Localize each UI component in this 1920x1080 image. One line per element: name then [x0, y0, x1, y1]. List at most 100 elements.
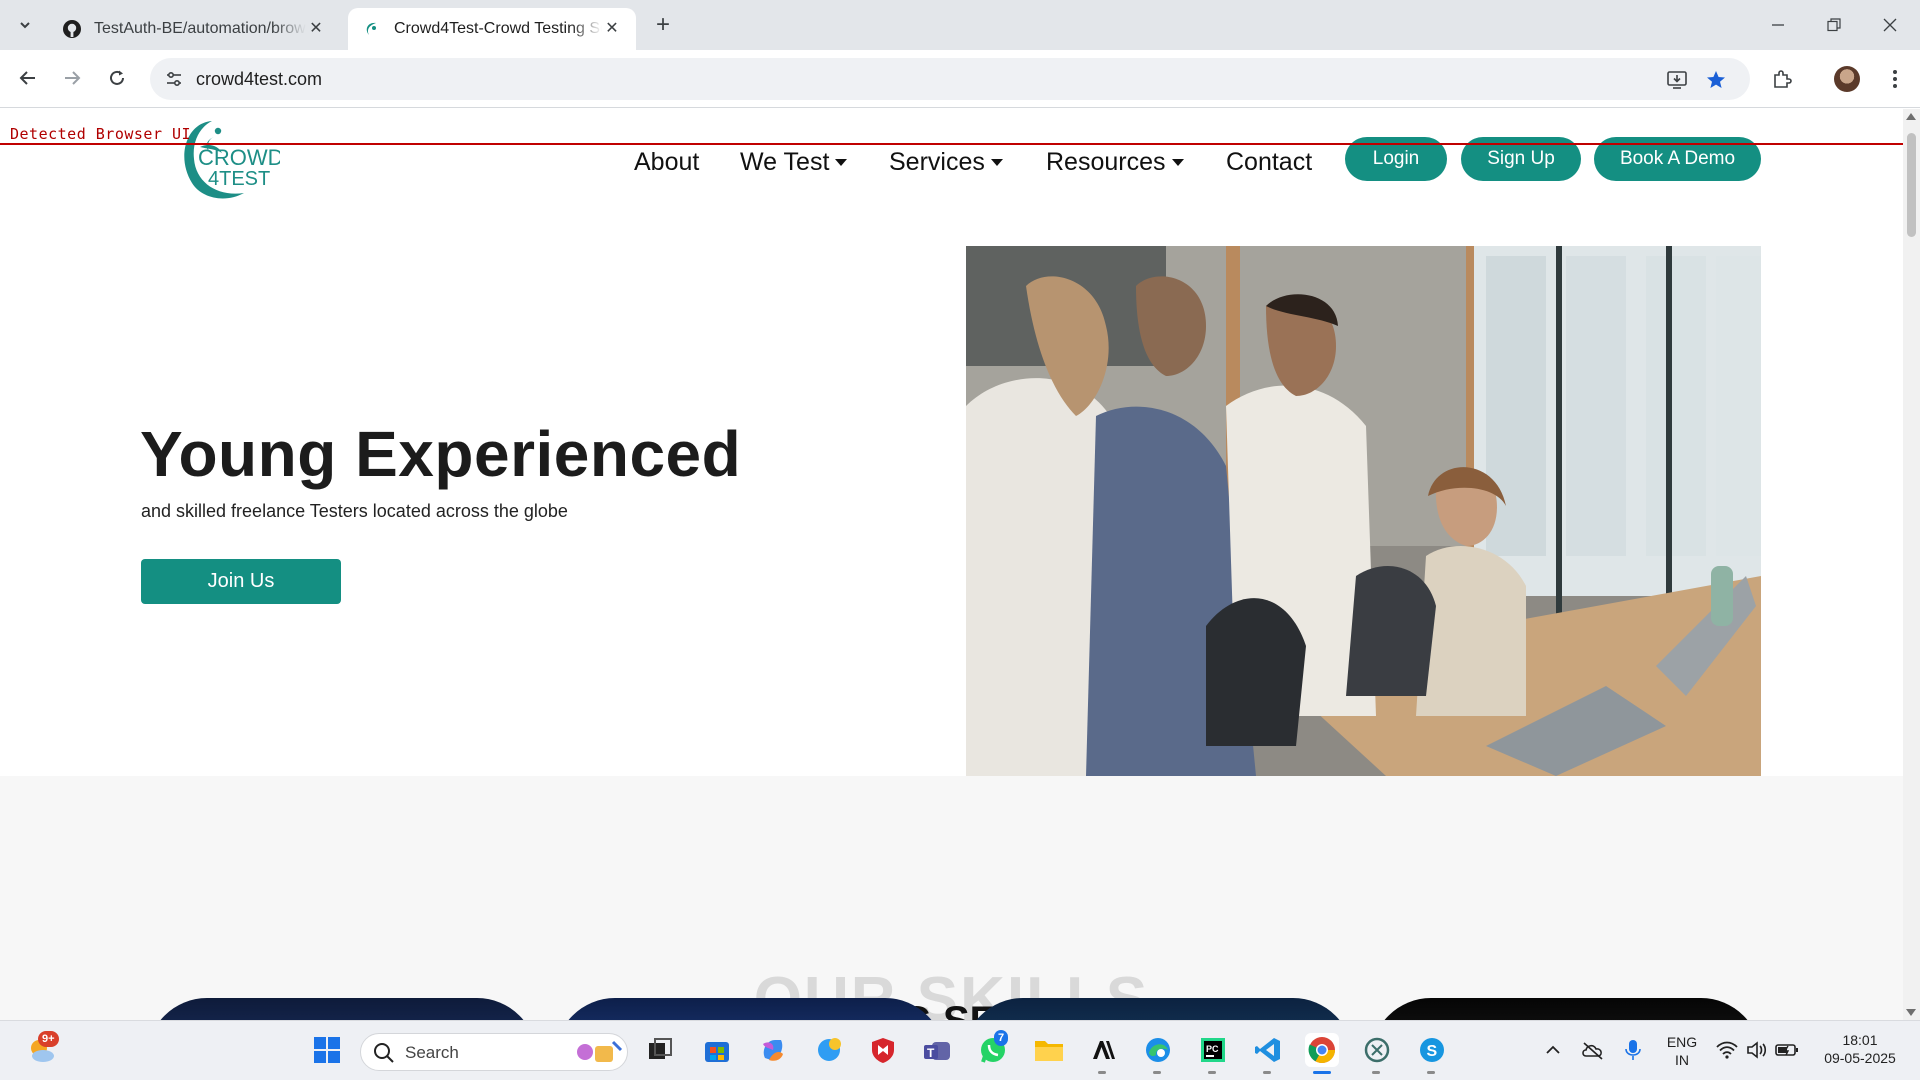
language-code: ENG [1666, 1034, 1698, 1050]
scroll-thumb[interactable] [1907, 133, 1916, 237]
vscode-icon[interactable] [1251, 1033, 1285, 1067]
tab-search-chevron-icon[interactable] [10, 10, 40, 40]
caret-down-icon [990, 158, 1003, 166]
taskbar-search-input[interactable]: Search [360, 1033, 628, 1071]
service-card[interactable] [147, 998, 537, 1020]
service-card[interactable] [963, 998, 1353, 1020]
nav-about-label: About [634, 147, 700, 176]
nav-contact[interactable]: Contact [1226, 146, 1312, 178]
anthropic-icon[interactable] [1086, 1033, 1120, 1067]
whatsapp-badge: 7 [994, 1030, 1009, 1046]
crowd4test-logo[interactable]: CROWD 4TEST [178, 117, 284, 203]
reload-icon[interactable] [101, 62, 133, 94]
github-icon [62, 19, 82, 39]
tab-strip: TestAuth-BE/automation/browser ✕ Crowd4T… [0, 0, 1920, 50]
clock-time: 18:01 [1842, 1032, 1878, 1048]
svg-text:S: S [1427, 1043, 1438, 1060]
tab-close-icon[interactable]: ✕ [306, 19, 326, 39]
running-indicator [1372, 1071, 1380, 1074]
tab-close-icon[interactable]: ✕ [602, 19, 622, 39]
nav-resources-label: Resources [1046, 147, 1166, 176]
skype-icon[interactable]: S [1415, 1033, 1449, 1067]
forward-icon[interactable] [56, 62, 88, 94]
tray-overflow-chevron-icon[interactable] [1536, 1033, 1570, 1067]
bookmark-star-icon[interactable] [1704, 68, 1728, 92]
chatgpt-icon[interactable] [1360, 1033, 1394, 1067]
minimize-icon[interactable] [1750, 0, 1806, 50]
caret-down-icon [835, 158, 848, 166]
tab-title: TestAuth-BE/automation/browser [94, 20, 306, 37]
page-scrollbar[interactable] [1903, 109, 1920, 1020]
detection-overlay-label: Detected Browser UI [10, 125, 192, 143]
tab-crowd4test[interactable]: Crowd4Test-Crowd Testing Services ✕ [348, 8, 636, 50]
hero-title: Young Experienced [140, 418, 742, 490]
battery-charging-icon[interactable] [1770, 1033, 1804, 1067]
caret-down-icon [1171, 158, 1184, 166]
active-indicator [1313, 1071, 1331, 1074]
chrome-icon[interactable] [1305, 1033, 1339, 1067]
menu-kebab-icon[interactable] [1880, 64, 1910, 94]
restore-icon[interactable] [1806, 0, 1862, 50]
service-card[interactable] [1371, 998, 1761, 1020]
url-text: crowd4test.com [196, 69, 323, 89]
clock-date: 09-05-2025 [1824, 1050, 1896, 1066]
page-viewport: Detected Browser UI CROWD 4TEST About We… [0, 109, 1903, 1020]
profile-avatar[interactable] [1834, 66, 1860, 92]
running-indicator [1263, 1071, 1271, 1074]
nav-we-test-label: We Test [740, 147, 830, 176]
edge-icon[interactable] [1141, 1033, 1175, 1067]
svg-text:4TEST: 4TEST [208, 168, 270, 190]
join-us-button[interactable]: Join Us [141, 559, 341, 604]
install-app-icon[interactable] [1665, 68, 1689, 92]
nav-about[interactable]: About [634, 146, 699, 178]
weather-badge: 9+ [38, 1031, 59, 1047]
language-region: IN [1675, 1052, 1689, 1068]
language-indicator[interactable]: ENG IN [1660, 1033, 1704, 1069]
svg-text:T: T [927, 1046, 935, 1060]
task-view-icon[interactable] [643, 1033, 677, 1067]
running-indicator [1208, 1071, 1216, 1074]
microphone-icon[interactable] [1616, 1033, 1650, 1067]
copilot-icon[interactable] [756, 1033, 790, 1067]
nav-we-test[interactable]: We Test [740, 146, 848, 178]
new-tab-button[interactable]: + [650, 12, 676, 38]
nav-resources[interactable]: Resources [1046, 146, 1184, 178]
service-card[interactable] [555, 998, 945, 1020]
extensions-icon[interactable] [1767, 64, 1797, 94]
tab-github[interactable]: TestAuth-BE/automation/browser ✕ [48, 8, 340, 50]
svg-text:CROWD: CROWD [198, 145, 280, 170]
back-icon[interactable] [12, 62, 44, 94]
site-info-icon[interactable] [164, 69, 184, 89]
running-indicator [1427, 1071, 1435, 1074]
search-placeholder: Search [405, 1043, 459, 1062]
search-icon [373, 1042, 395, 1069]
address-bar[interactable]: crowd4test.com [150, 58, 1750, 100]
scroll-up-icon[interactable] [1906, 113, 1916, 120]
svg-text:PC: PC [1206, 1044, 1219, 1054]
hero-team-photo [966, 246, 1761, 776]
onedrive-offline-icon[interactable] [1576, 1033, 1610, 1067]
running-indicator [1153, 1071, 1161, 1074]
nav-services-label: Services [889, 147, 985, 176]
windows-taskbar: 9+ Search T 7 PC S ENG IN 18:01 09-05-20… [0, 1020, 1920, 1080]
window-close-icon[interactable] [1862, 0, 1918, 50]
start-icon[interactable] [310, 1033, 344, 1067]
wifi-icon[interactable] [1710, 1033, 1744, 1067]
volume-icon[interactable] [1740, 1033, 1774, 1067]
scroll-down-icon[interactable] [1906, 1009, 1916, 1016]
nav-services[interactable]: Services [889, 146, 1003, 178]
browser-toolbar: crowd4test.com [0, 50, 1920, 108]
running-indicator [1098, 1071, 1106, 1074]
file-explorer-icon[interactable] [1032, 1033, 1066, 1067]
tab-title: Crowd4Test-Crowd Testing Services [394, 20, 602, 37]
teams-icon[interactable]: T [920, 1033, 954, 1067]
hero-subtitle: and skilled freelance Testers located ac… [141, 501, 568, 521]
nav-contact-label: Contact [1226, 147, 1313, 176]
pycharm-icon[interactable]: PC [1196, 1033, 1230, 1067]
clock[interactable]: 18:01 09-05-2025 [1812, 1031, 1908, 1067]
edge-beta-icon[interactable] [812, 1033, 846, 1067]
crowd4test-favicon-icon [362, 19, 382, 39]
mcafee-icon[interactable] [866, 1033, 900, 1067]
microsoft-store-icon[interactable] [700, 1033, 734, 1067]
detection-overlay-line [0, 143, 1903, 145]
